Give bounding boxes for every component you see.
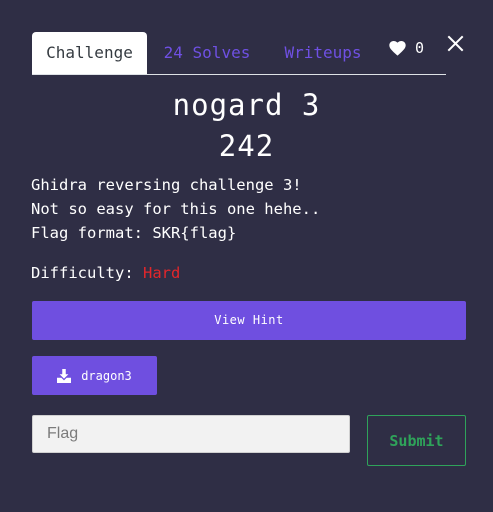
tab-challenge[interactable]: Challenge [32,32,147,74]
tab-writeups[interactable]: Writeups [272,32,374,73]
download-icon [57,368,72,383]
submit-button[interactable]: Submit [367,415,466,466]
difficulty-label: Difficulty: [31,264,134,282]
challenge-value: 242 [218,129,275,163]
difficulty-value: Hard [143,264,181,282]
challenge-description: Ghidra reversing challenge 3! Not so eas… [31,176,321,242]
file-name: dragon3 [81,368,132,383]
like-count: 0 [415,39,425,57]
view-hint-button[interactable]: View Hint [32,301,466,340]
challenge-name: nogard 3 [172,88,321,122]
difficulty: Difficulty: Hard [31,261,180,285]
challenge-modal: Challenge 24 Solves Writeups 0 nogard 3 … [0,0,493,512]
challenge-tabs: Challenge 24 Solves Writeups [32,32,446,75]
heart-icon [389,40,406,56]
like-button[interactable]: 0 [389,37,424,59]
flag-input[interactable] [32,415,350,453]
download-file-button[interactable]: dragon3 [32,356,157,395]
tab-solves[interactable]: 24 Solves [152,32,262,73]
close-icon [446,35,466,58]
close-button[interactable] [446,34,466,54]
